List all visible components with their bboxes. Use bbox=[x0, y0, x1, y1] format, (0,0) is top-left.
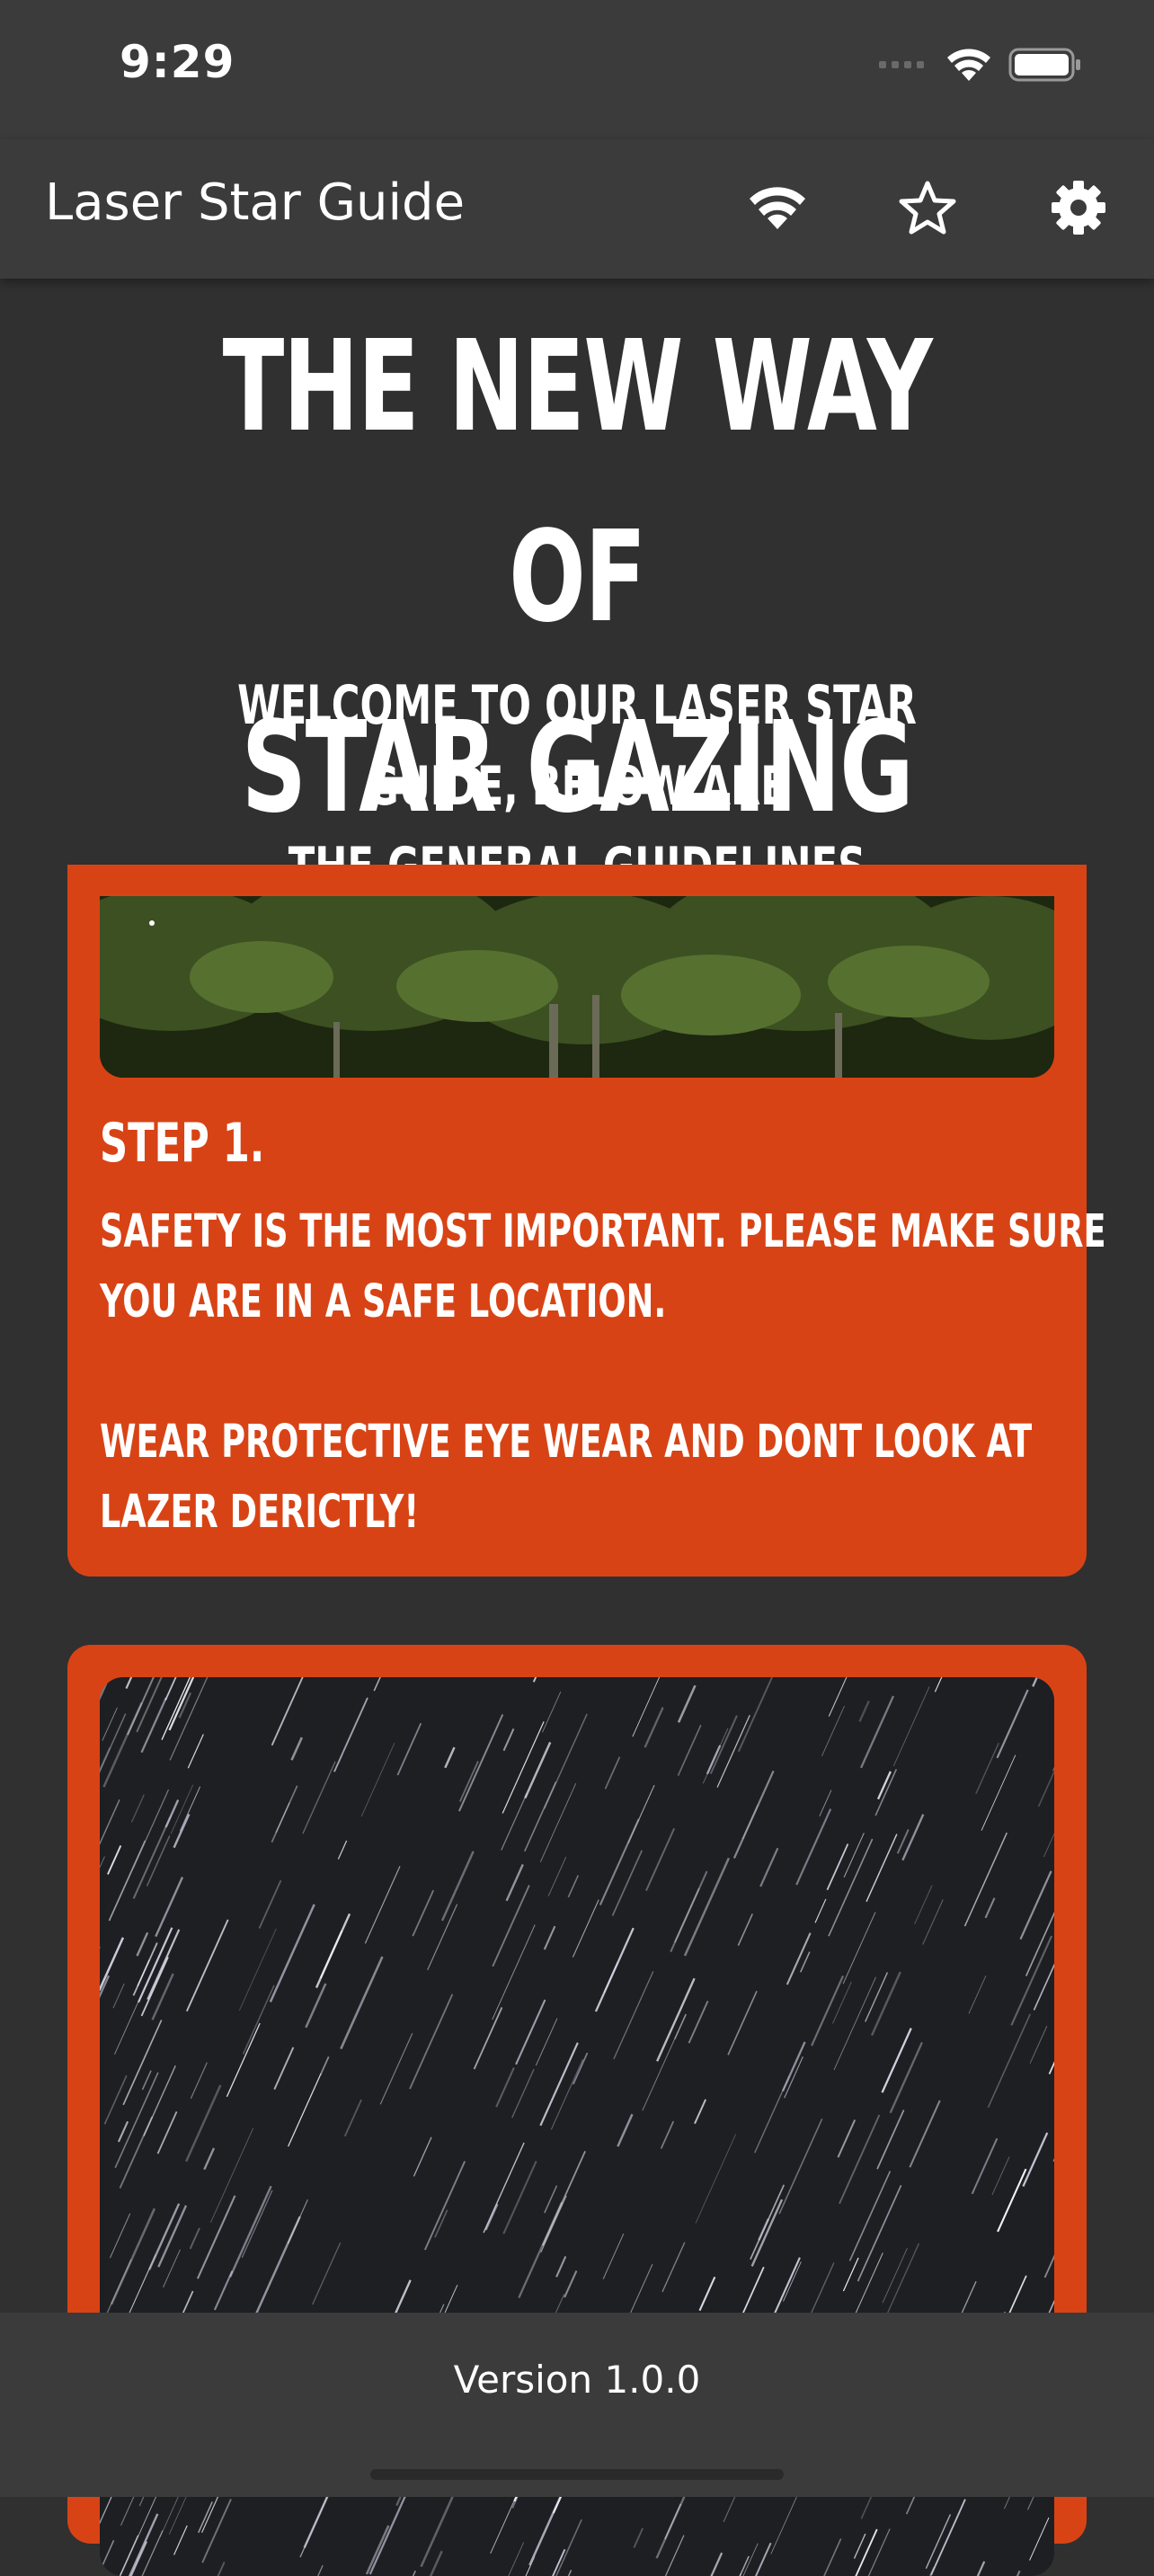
cellular-icon bbox=[879, 61, 924, 68]
status-bar: 9:29 bbox=[0, 0, 1154, 139]
app-title: Laser Star Guide bbox=[45, 173, 465, 232]
subhead-line-1: WELCOME TO OUR LASER STAR GUIDE, BELOW A… bbox=[162, 665, 992, 827]
step-line-3: WEAR PROTECTIVE EYE WEAR AND DONT LOOK A… bbox=[100, 1408, 1032, 1478]
wifi-icon[interactable] bbox=[741, 172, 813, 244]
step-warning: WEAR PROTECTIVE EYE WEAR AND DONT LOOK A… bbox=[100, 1408, 1032, 1548]
wifi-icon bbox=[945, 47, 992, 83]
forest-image bbox=[100, 896, 1054, 1078]
step-text: SAFETY IS THE MOST IMPORTANT. PLEASE MAK… bbox=[100, 1197, 1106, 1337]
battery-icon bbox=[1008, 47, 1082, 83]
version-label: Version 1.0.0 bbox=[0, 2358, 1154, 2402]
headline-line-1: THE NEW WAY OF bbox=[162, 292, 992, 673]
step-title: STEP 1. bbox=[100, 1112, 264, 1175]
step-card: STEP 1. SAFETY IS THE MOST IMPORTANT. PL… bbox=[67, 865, 1087, 1577]
status-icons bbox=[879, 45, 1082, 84]
step-line-2: YOU ARE IN A SAFE LOCATION. bbox=[100, 1267, 1106, 1337]
star-icon[interactable] bbox=[892, 172, 963, 244]
step-line-4: LAZER DERICTLY! bbox=[100, 1478, 1032, 1548]
step-line-1: SAFETY IS THE MOST IMPORTANT. PLEASE MAK… bbox=[100, 1197, 1106, 1267]
home-indicator[interactable] bbox=[370, 2469, 784, 2480]
app-bar: Laser Star Guide bbox=[0, 139, 1154, 279]
status-time: 9:29 bbox=[120, 36, 235, 88]
settings-icon[interactable] bbox=[1043, 172, 1114, 244]
